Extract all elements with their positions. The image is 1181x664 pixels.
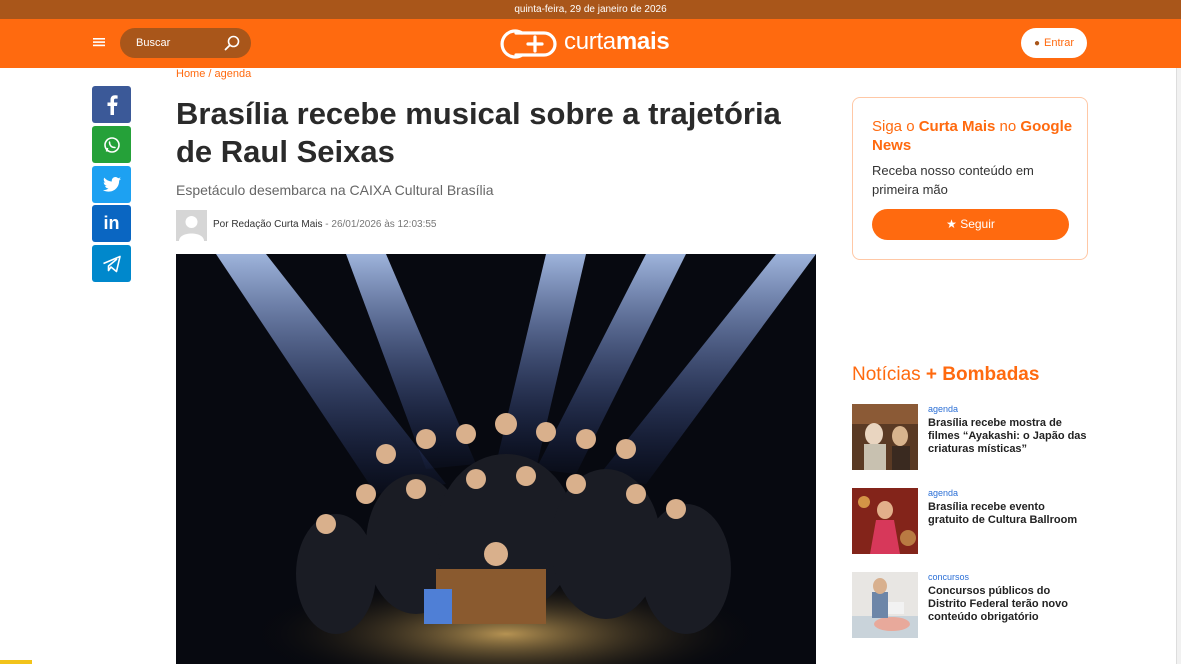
- date-bar: quinta-feira, 29 de janeiro de 2026: [0, 0, 1181, 19]
- search-input[interactable]: Buscar: [120, 28, 251, 58]
- site-header: Buscar curtamais ● Entrar: [0, 19, 1181, 68]
- article-title: Brasília recebe musical sobre a trajetór…: [176, 96, 781, 169]
- current-date: quinta-feira, 29 de janeiro de 2026: [514, 4, 667, 15]
- linkedin-icon: in: [103, 213, 120, 233]
- trending-item-category[interactable]: concursos: [928, 572, 969, 582]
- page-scrollbar[interactable]: [1176, 68, 1181, 664]
- breadcrumb: Home / agenda: [176, 68, 251, 80]
- author-name[interactable]: Por Redação Curta Mais: [213, 219, 323, 230]
- search-icon[interactable]: [223, 34, 241, 52]
- trending-item-thumbnail: [852, 404, 918, 470]
- publish-date: - 26/01/2026 às 12:03:55: [322, 219, 437, 230]
- google-news-description: Receba nosso conteúdo em primeira mão: [872, 163, 1034, 197]
- login-button[interactable]: ● Entrar: [1021, 28, 1087, 58]
- follow-button[interactable]: ★ Seguir: [872, 209, 1069, 240]
- trending-item-title[interactable]: Brasília recebe evento gratuito de Cultu…: [928, 501, 1088, 527]
- share-linkedin-button[interactable]: in: [92, 205, 131, 242]
- hamburger-menu-icon[interactable]: [92, 35, 106, 49]
- telegram-icon: [102, 255, 121, 272]
- breadcrumb-home-link[interactable]: Home: [176, 68, 205, 80]
- site-logo[interactable]: curtamais: [500, 27, 682, 61]
- trending-item[interactable]: agenda Brasília recebe evento gratuito d…: [852, 488, 1088, 556]
- trending-item[interactable]: concursos Concursos públicos do Distrito…: [852, 572, 1088, 640]
- breadcrumb-separator: /: [205, 68, 215, 80]
- trending-item-category[interactable]: agenda: [928, 404, 958, 414]
- facebook-icon: [107, 94, 118, 115]
- corner-badge: [0, 660, 32, 664]
- logo-wordmark: curtamais: [564, 28, 670, 55]
- trending-item-thumbnail: [852, 488, 918, 554]
- author-avatar: [176, 210, 207, 241]
- user-icon: ●: [1033, 38, 1041, 49]
- article-subtitle: Espetáculo desembarca na CAIXA Cultural …: [176, 182, 494, 198]
- trending-item[interactable]: agenda Brasília recebe mostra de filmes …: [852, 404, 1088, 472]
- google-news-title: Siga o Curta Mais no Google News: [872, 118, 1073, 154]
- share-twitter-button[interactable]: [92, 166, 131, 203]
- breadcrumb-section-link[interactable]: agenda: [215, 68, 252, 80]
- article-hero-image: [176, 254, 816, 664]
- search-placeholder: Buscar: [136, 37, 171, 49]
- share-whatsapp-button[interactable]: [92, 126, 131, 163]
- whatsapp-icon: [103, 136, 120, 153]
- article-byline: Por Redação Curta Mais - 26/01/2026 às 1…: [213, 219, 436, 230]
- twitter-icon: [102, 177, 121, 192]
- share-telegram-button[interactable]: [92, 245, 131, 282]
- trending-item-title[interactable]: Brasília recebe mostra de filmes “Ayakas…: [928, 417, 1088, 456]
- trending-item-thumbnail: [852, 572, 918, 638]
- share-facebook-button[interactable]: [92, 86, 131, 123]
- google-news-card: Siga o Curta Mais no Google News Receba …: [852, 97, 1088, 260]
- trending-heading: Notícias + Bombadas: [852, 364, 1040, 385]
- trending-item-category[interactable]: agenda: [928, 488, 958, 498]
- trending-item-title[interactable]: Concursos públicos do Distrito Federal t…: [928, 585, 1088, 624]
- logo-mark-icon: [500, 29, 557, 59]
